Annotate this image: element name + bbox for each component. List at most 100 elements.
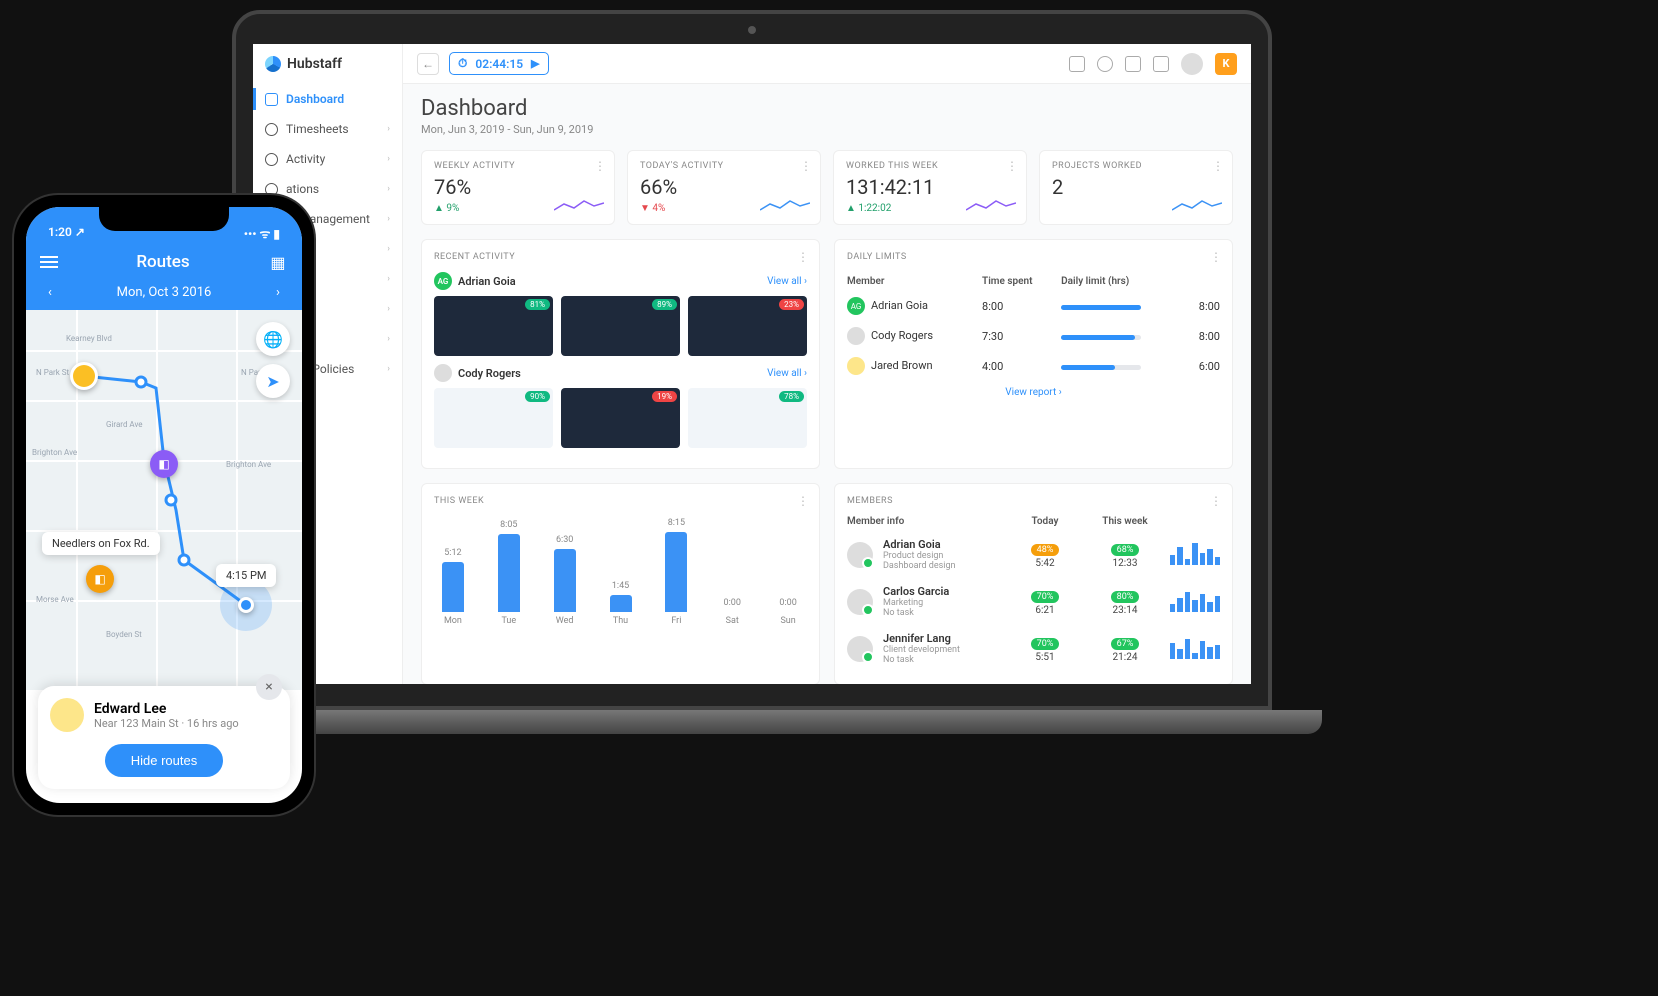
driver-name: Edward Lee [94, 701, 239, 717]
panel-menu-icon[interactable]: ⋮ [1210, 250, 1222, 264]
panel-menu-icon[interactable]: ⋮ [1210, 494, 1222, 508]
panel-menu-icon[interactable]: ⋮ [797, 250, 809, 264]
this-week-panel: ⋮ THIS WEEK 5:12 Mon8:05 Tue6:30 Wed1:45… [421, 483, 820, 684]
bell-icon[interactable] [1097, 56, 1113, 72]
member-project: Client development [883, 645, 1000, 655]
laptop-camera [748, 26, 756, 34]
sidebar-item[interactable]: Activity› [253, 144, 402, 174]
bar-value-label: 6:30 [556, 535, 573, 545]
member-avatar [847, 589, 873, 615]
bar-value-label: 0:00 [779, 598, 796, 608]
map-view[interactable]: Kearney Blvd N Park St Girard Ave Bright… [26, 310, 302, 690]
activity-badge: 90% [525, 391, 550, 402]
user-pin[interactable] [70, 362, 98, 390]
apps-grid-icon[interactable] [1153, 56, 1169, 72]
current-location-pin[interactable] [238, 597, 254, 613]
bar [554, 549, 576, 612]
phone-date: Mon, Oct 3 2016 [117, 285, 212, 300]
hide-routes-button[interactable]: Hide routes [105, 744, 223, 777]
member-name: Adrian Goia [871, 299, 928, 312]
next-day-button[interactable]: › [268, 282, 288, 302]
chevron-right-icon: › [387, 364, 390, 374]
screenshot-thumb[interactable]: 19% [561, 388, 680, 448]
org-badge[interactable]: K [1215, 53, 1237, 75]
prev-day-button[interactable]: ‹ [40, 282, 60, 302]
laptop-base [182, 710, 1322, 734]
col-today: Today [1010, 516, 1080, 527]
screenshot-thumb[interactable]: 78% [688, 388, 807, 448]
topbar: ← ⏱ 02:44:15 ▶ K [403, 44, 1251, 84]
stat-label: PROJECTS WORKED [1052, 161, 1220, 171]
limit-bar [1061, 365, 1141, 370]
view-report-link[interactable]: View report › [847, 387, 1220, 398]
user-avatar-icon: AG [847, 297, 865, 315]
sidebar-item[interactable]: Timesheets› [253, 114, 402, 144]
week-bar: 0:00 Sat [713, 598, 751, 626]
stat-card: ⋮ TODAY'S ACTIVITY 66% ▼ 4% [627, 150, 821, 225]
user-name: Cody Rogers [458, 367, 521, 380]
poi-pin[interactable]: ◧ [86, 565, 114, 593]
panel-menu-icon[interactable]: ⋮ [797, 494, 809, 508]
calendar-icon[interactable]: ▦ [268, 252, 288, 272]
member-row: Adrian Goia Product design Dashboard des… [847, 531, 1220, 578]
screenshot-thumb[interactable]: 89% [561, 296, 680, 356]
member-spark [1170, 639, 1220, 659]
member-name: Adrian Goia [883, 538, 1000, 551]
play-icon[interactable]: ▶ [531, 57, 539, 70]
member-spark [1170, 545, 1220, 565]
limits-row: AGAdrian Goia 8:00 8:00 [847, 291, 1220, 321]
driver-status: Near 123 Main St · 16 hrs ago [94, 717, 239, 730]
card-menu-icon[interactable]: ⋮ [594, 159, 606, 173]
bar-value-label: 0:00 [724, 598, 741, 608]
view-all-link[interactable]: View all › [767, 368, 807, 379]
card-menu-icon[interactable]: ⋮ [800, 159, 812, 173]
timer-widget[interactable]: ⏱ 02:44:15 ▶ [449, 52, 549, 75]
nav-label: Activity [286, 152, 325, 166]
hamburger-icon[interactable] [40, 256, 58, 268]
daily-limit: 6:00 [1187, 351, 1220, 381]
sidebar-item[interactable]: Dashboard [253, 84, 402, 114]
member-task: No task [883, 655, 1000, 665]
today-time: 6:21 [1010, 605, 1080, 616]
limit-bar [1061, 335, 1141, 340]
stat-card: ⋮ WEEKLY ACTIVITY 76% ▲ 9% [421, 150, 615, 225]
brand[interactable]: Hubstaff [253, 44, 402, 84]
stat-label: WEEKLY ACTIVITY [434, 161, 602, 171]
week-time: 23:14 [1090, 605, 1160, 616]
week-bar: 8:05 Tue [490, 520, 528, 626]
bar-category-label: Sun [780, 616, 795, 626]
globe-fab[interactable]: 🌐 [256, 322, 290, 356]
stat-card: ⋮ PROJECTS WORKED 2 [1039, 150, 1233, 225]
col-timespent: Time spent [982, 272, 1061, 291]
laptop-screen: Hubstaff DashboardTimesheets›Activity›at… [253, 44, 1251, 684]
bar-value-label: 8:15 [668, 518, 685, 528]
bar [610, 595, 632, 612]
nav-icon [265, 123, 278, 136]
close-card-button[interactable]: × [256, 674, 282, 700]
member-name: Carlos Garcia [883, 585, 1000, 598]
screenshot-thumb[interactable]: 23% [688, 296, 807, 356]
activity-badge: 89% [652, 299, 677, 310]
bar-category-label: Sat [726, 616, 739, 626]
waypoint-pin[interactable]: ◧ [150, 450, 178, 478]
gift-icon[interactable] [1125, 56, 1141, 72]
view-all-link[interactable]: View all › [767, 276, 807, 287]
card-menu-icon[interactable]: ⋮ [1006, 159, 1018, 173]
col-thisweek: This week [1090, 516, 1160, 527]
bar-category-label: Tue [501, 616, 516, 626]
screenshot-thumb[interactable]: 81% [434, 296, 553, 356]
time-spent: 7:30 [982, 321, 1061, 351]
back-button[interactable]: ← [417, 53, 439, 75]
card-menu-icon[interactable]: ⋮ [1212, 159, 1224, 173]
limits-row: Jared Brown 4:00 6:00 [847, 351, 1220, 381]
phone-title: Routes [136, 252, 189, 272]
user-avatar[interactable] [1181, 53, 1203, 75]
nav-label: ations [286, 182, 319, 196]
locate-fab[interactable]: ➤ [256, 364, 290, 398]
member-name: Cody Rogers [871, 329, 933, 342]
chevron-right-icon: › [387, 304, 390, 314]
help-icon[interactable] [1069, 56, 1085, 72]
screenshot-thumb[interactable]: 90% [434, 388, 553, 448]
user-name: Adrian Goia [458, 275, 516, 288]
week-time: 21:24 [1090, 652, 1160, 663]
